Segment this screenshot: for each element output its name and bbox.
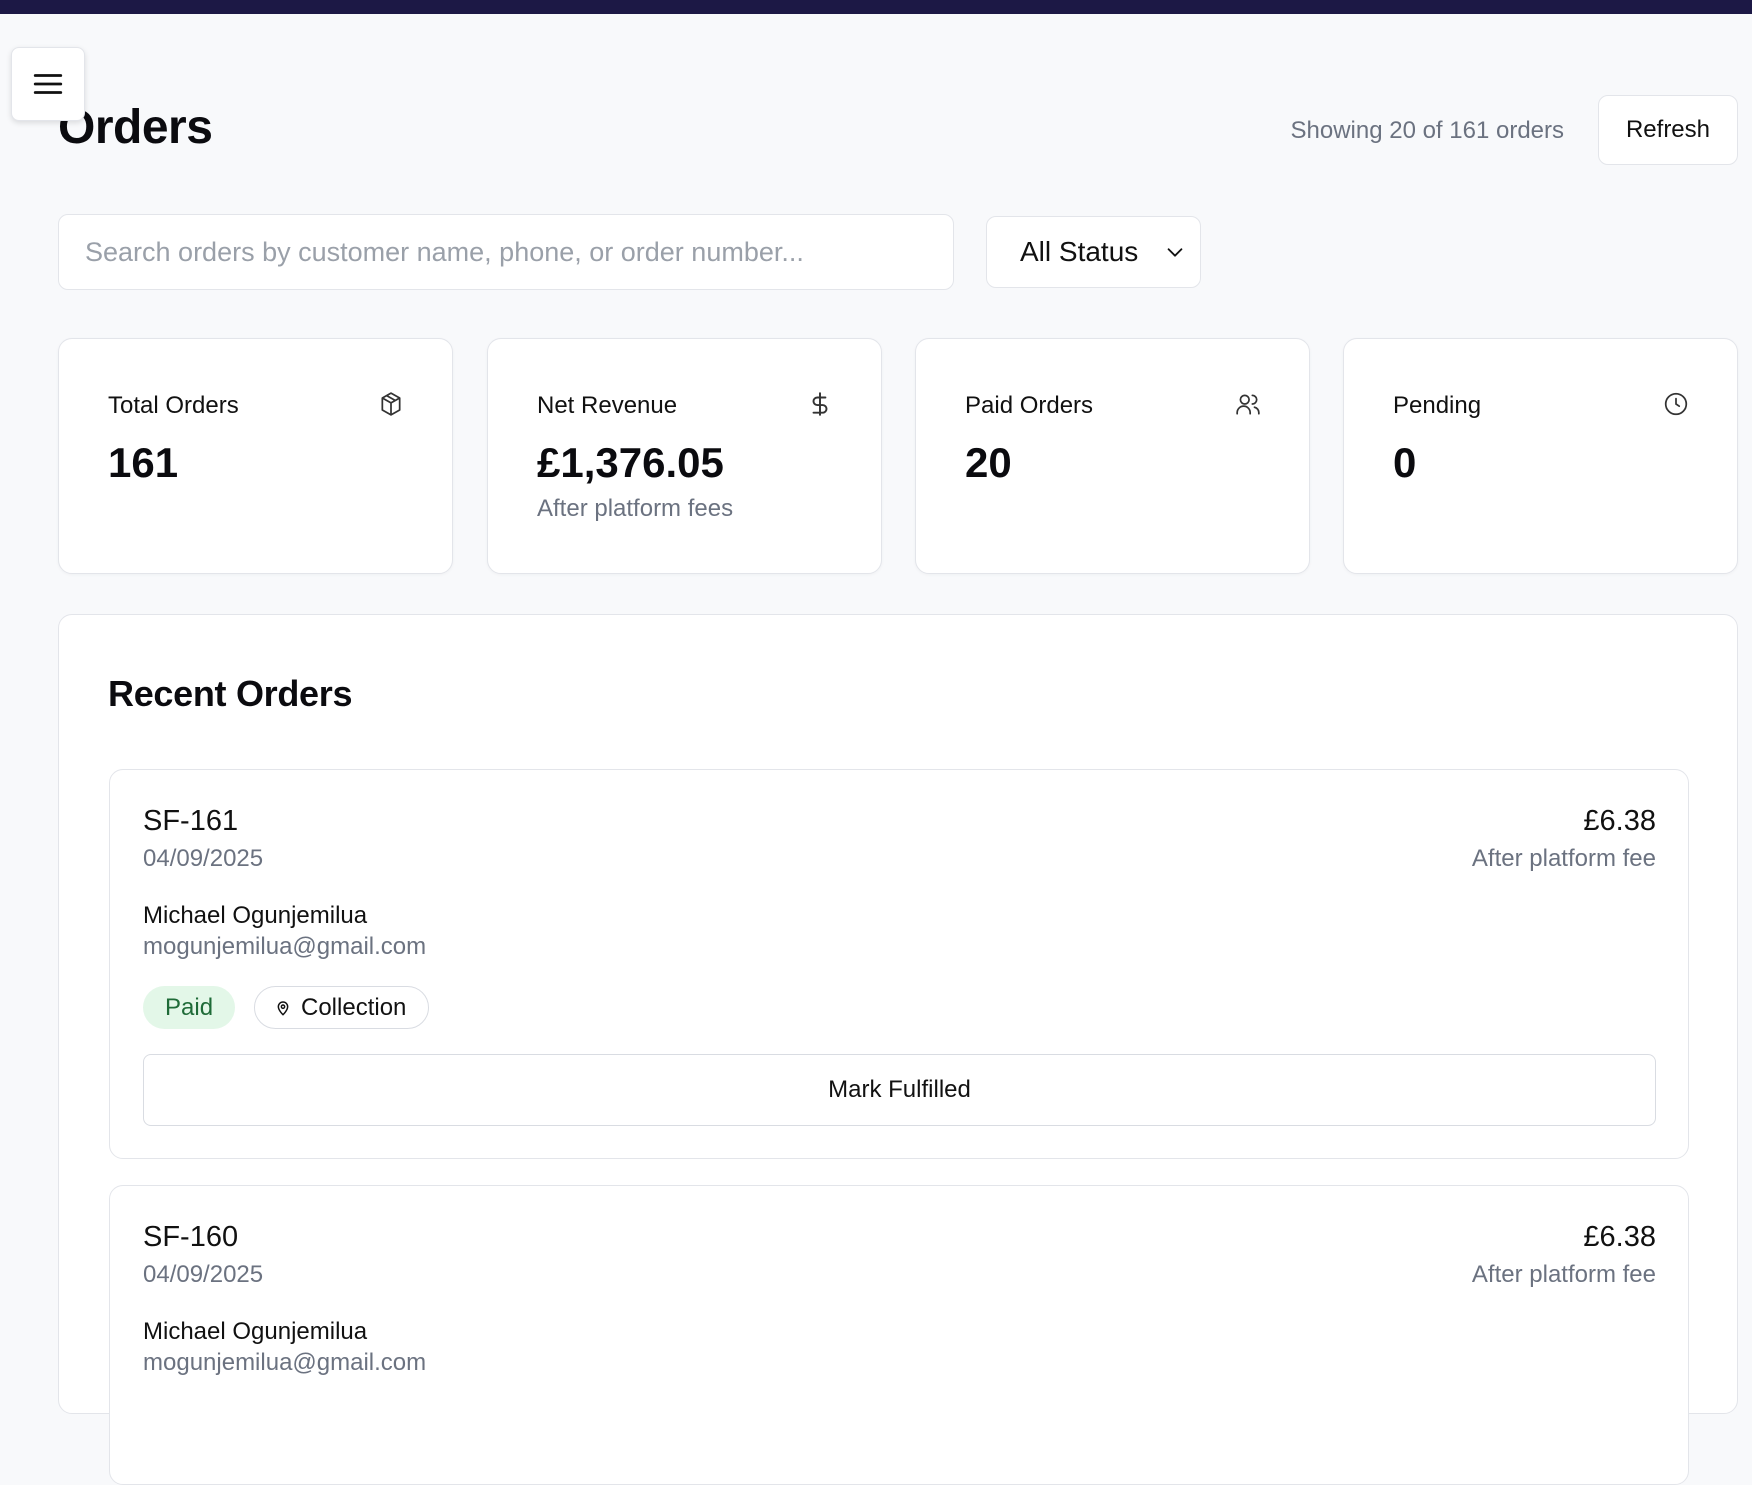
status-select-value: All Status [1020,236,1139,267]
stat-card-net-revenue: Net Revenue £1,376.05 After platform fee… [487,338,882,574]
order-amount-note: After platform fee [1471,845,1656,872]
fulfilment-badge-label: Collection [301,993,407,1021]
order-amount-note: After platform fee [1471,1261,1656,1288]
top-bar [0,0,1752,14]
hamburger-icon [33,74,63,94]
order-date: 04/09/2025 [143,845,264,872]
stat-value: 20 [965,439,1012,486]
order-id: SF-161 [143,805,239,837]
clock-icon [1664,392,1688,416]
customer-email: mogunjemilua@gmail.com [143,933,427,960]
package-icon [381,392,401,416]
order-id: SF-160 [143,1221,239,1253]
chevron-down-icon [1167,248,1183,257]
mark-fulfilled-button[interactable]: Mark Fulfilled [143,1054,1656,1126]
refresh-button[interactable]: Refresh [1598,95,1738,165]
fulfilment-badge: Collection [254,986,430,1029]
order-amount: £6.38 [1583,1221,1656,1253]
customer-email: mogunjemilua@gmail.com [143,1349,427,1376]
status-badge: Paid [143,986,236,1029]
stat-label: Pending [1393,392,1482,419]
users-icon [1236,394,1260,415]
status-select[interactable]: All Status [986,216,1201,288]
customer-name: Michael Ogunjemilua [143,1318,368,1345]
map-pin-icon [277,1000,289,1016]
stat-label: Net Revenue [537,392,678,419]
showing-count: Showing 20 of 161 orders [1290,117,1564,144]
stat-value: 161 [108,439,179,486]
dollar-icon [812,392,828,416]
stat-card-total-orders: Total Orders 161 [58,338,453,574]
stat-value: £1,376.05 [537,439,724,486]
recent-orders-panel: Recent Orders SF-161 04/09/2025 £6.38 Af… [58,614,1738,1485]
order-card: SF-160 04/09/2025 £6.38 After platform f… [109,1185,1689,1485]
stat-label: Paid Orders [965,392,1094,419]
order-card: SF-161 04/09/2025 £6.38 After platform f… [109,769,1689,1159]
order-date: 04/09/2025 [143,1261,264,1288]
order-amount: £6.38 [1583,805,1656,837]
stat-value: 0 [1393,439,1417,486]
stat-sub: After platform fees [537,495,734,522]
stat-card-pending: Pending 0 [1343,338,1738,574]
customer-name: Michael Ogunjemilua [143,902,368,929]
menu-button[interactable] [11,47,85,121]
search-input[interactable] [58,214,954,290]
stat-card-paid-orders: Paid Orders 20 [915,338,1310,574]
stat-label: Total Orders [108,392,239,419]
recent-orders-title: Recent Orders [108,673,353,714]
